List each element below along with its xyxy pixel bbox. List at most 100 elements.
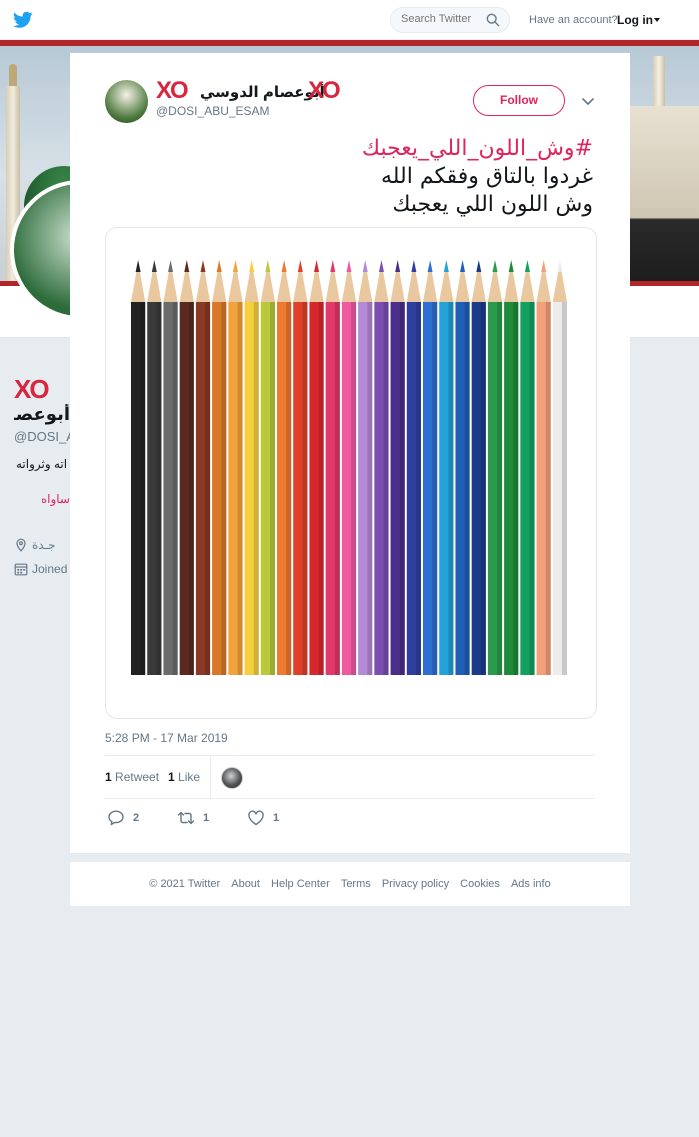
pencil-tip — [168, 260, 174, 272]
pencil — [147, 260, 162, 675]
pencil-tip — [135, 260, 141, 272]
search-box[interactable] — [390, 7, 510, 33]
close-icon[interactable] — [658, 10, 682, 34]
pencil-shade — [513, 302, 519, 675]
pencil-tip — [524, 260, 530, 272]
pencil — [244, 260, 259, 675]
pencil — [195, 260, 211, 675]
pencil-tip — [265, 260, 271, 272]
pencil-tip — [427, 260, 433, 272]
pencil-tip — [362, 260, 368, 272]
login-link[interactable]: Log in — [617, 13, 653, 27]
tweet-timestamp[interactable]: 5:28 PM - 17 Mar 2019 — [105, 731, 228, 745]
tweet-actions: 2 1 1 — [105, 805, 405, 829]
top-bar: Have an account? Log in — [0, 0, 699, 40]
profile-location-text: جـدة — [32, 538, 56, 552]
search-input[interactable] — [401, 13, 481, 25]
footer-ads-link[interactable]: Ads info — [511, 878, 551, 890]
pencil-tip — [151, 260, 157, 272]
chevron-down-icon[interactable] — [580, 93, 596, 109]
pencil-shade — [464, 302, 470, 675]
pencil-tip — [476, 260, 482, 272]
pencil-tip — [314, 260, 320, 272]
kaaba-image — [619, 106, 699, 281]
footer-help-link[interactable]: Help Center — [271, 878, 330, 890]
author-name[interactable]: أبوعصام الدوسي — [200, 83, 325, 101]
pencil-tip — [508, 260, 514, 272]
have-account-text: Have an account? — [529, 14, 618, 26]
pencil-shade — [253, 302, 259, 675]
like-stat-count: 1 — [168, 770, 175, 784]
profile-name[interactable]: أبوعصام الدوسي — [14, 404, 70, 425]
pencil-tip — [557, 260, 563, 272]
pencil-tip — [249, 260, 255, 272]
profile-handle[interactable]: @DOSI_ABU_ESAM — [14, 429, 70, 444]
pencil — [536, 260, 551, 675]
footer-terms-link[interactable]: Terms — [341, 878, 371, 890]
like-button[interactable]: 1 — [247, 809, 287, 827]
pencil — [260, 260, 275, 675]
author-avatar[interactable] — [105, 80, 148, 123]
pencil-tip — [216, 260, 222, 272]
pencil-shade — [529, 302, 535, 675]
pencil-tip — [411, 260, 417, 272]
like-stat[interactable]: 1 Like — [168, 770, 200, 784]
pencil — [325, 260, 340, 675]
footer: © 2021 Twitter About Help Center Terms P… — [70, 862, 630, 906]
pencil-shade — [545, 302, 551, 675]
pencil-shade — [497, 302, 503, 675]
pencil — [423, 260, 438, 675]
pencil-shade — [367, 302, 373, 675]
pencil — [439, 260, 454, 675]
retweet-button[interactable]: 1 — [177, 809, 217, 827]
pencil — [406, 260, 421, 675]
search-icon[interactable] — [486, 13, 500, 27]
pencil-tip — [492, 260, 498, 272]
liker-avatar[interactable] — [221, 767, 243, 789]
pencil — [471, 260, 486, 675]
like-stat-label: Like — [178, 770, 201, 784]
pencil-tip — [395, 260, 401, 272]
location-pin-icon — [16, 538, 26, 552]
pencil-shade — [237, 302, 243, 675]
footer-about-link[interactable]: About — [231, 878, 260, 890]
pencil — [163, 260, 178, 675]
tweet-line: وش اللون اللي يعجبك — [392, 192, 593, 217]
pencil-tip — [281, 260, 287, 272]
pencil-shade — [399, 302, 405, 675]
footer-copyright: © 2021 Twitter — [149, 878, 221, 890]
pencil — [374, 260, 389, 675]
retweet-stat[interactable]: 1 Retweet — [105, 770, 159, 784]
pencil-tip — [200, 260, 206, 272]
pencil-tip — [378, 260, 384, 272]
divider — [210, 756, 211, 798]
calendar-icon — [14, 563, 28, 576]
pencil — [277, 260, 292, 675]
pencil — [341, 260, 357, 675]
profile-joined-text: Joined — [32, 562, 68, 576]
pencil-shade — [562, 302, 567, 675]
author-handle[interactable]: @DOSI_ABU_ESAM — [156, 104, 270, 118]
reply-icon — [108, 810, 124, 826]
pencil-tip — [184, 260, 190, 272]
footer-cookies-link[interactable]: Cookies — [460, 878, 500, 890]
reply-button[interactable]: 2 — [107, 809, 147, 827]
pencil — [179, 260, 194, 675]
pencil-shade — [416, 302, 421, 675]
pencil-shade — [448, 302, 454, 675]
pencil-tip — [541, 260, 547, 272]
profile-xo-logo: XO — [14, 374, 50, 404]
pencil-shade — [140, 302, 146, 675]
pencil-shade — [188, 302, 194, 675]
twitter-bird-icon[interactable] — [13, 11, 33, 29]
pencil-shade — [286, 302, 292, 675]
profile-bio: اته وثرواته — [16, 457, 68, 471]
pencil-tip — [346, 260, 352, 272]
footer-privacy-link[interactable]: Privacy policy — [382, 878, 449, 890]
follow-button[interactable]: Follow — [473, 85, 565, 116]
profile-link[interactable]: ساواه — [42, 492, 70, 506]
tweet-media[interactable] — [105, 227, 597, 719]
retweet-count: 1 — [203, 812, 210, 824]
hashtag-link[interactable]: #وش_اللون_اللي_يعجبك — [113, 135, 593, 163]
pencil — [552, 260, 567, 675]
